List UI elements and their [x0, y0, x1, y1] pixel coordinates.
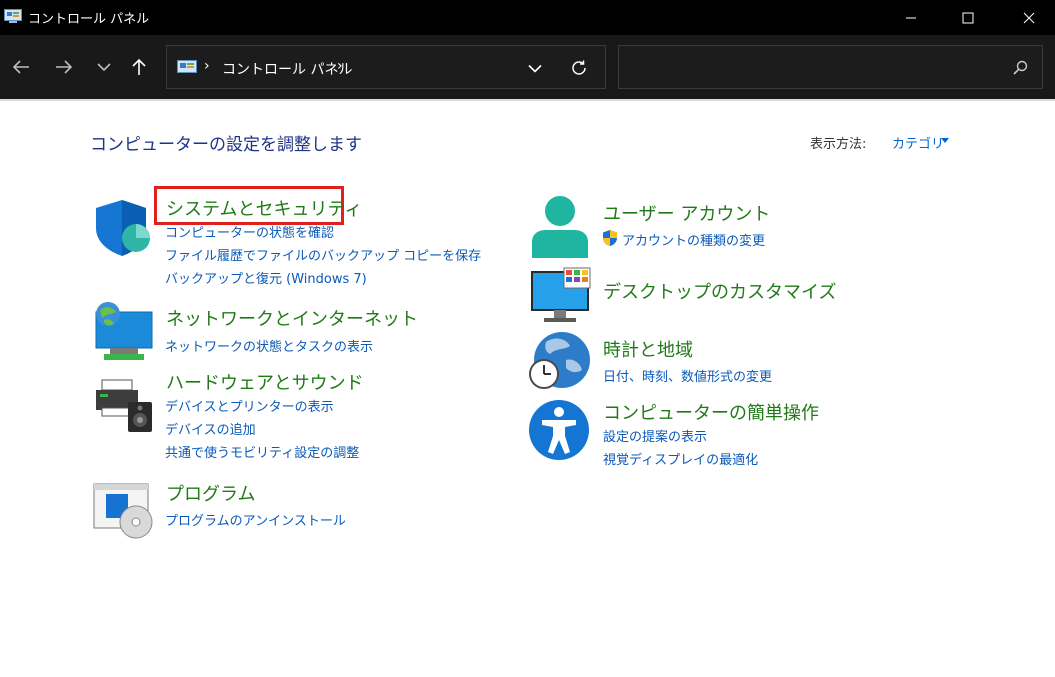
search-icon[interactable] [1012, 60, 1028, 76]
category-clock-region[interactable]: 時計と地域 [603, 336, 693, 362]
chevron-down-icon [97, 63, 111, 72]
back-button[interactable] [5, 51, 37, 83]
recent-locations-button[interactable] [88, 51, 120, 83]
clock-globe-icon[interactable] [528, 330, 592, 394]
monitor-icon[interactable] [528, 266, 592, 330]
control-panel-icon [177, 60, 197, 73]
arrow-left-icon [12, 60, 29, 74]
chevron-down-icon [528, 64, 542, 73]
link-uninstall-program[interactable]: プログラムのアンインストール [165, 510, 346, 529]
breadcrumb-control-panel[interactable]: コントロール パネル [222, 59, 352, 79]
category-programs[interactable]: プログラム [166, 480, 255, 506]
maximize-icon [962, 12, 974, 23]
link-date-time-format[interactable]: 日付、時刻、数値形式の変更 [603, 366, 772, 385]
link-add-device[interactable]: デバイスの追加 [165, 419, 256, 438]
close-button[interactable] [1006, 0, 1052, 35]
category-ease-of-access[interactable]: コンピューターの簡単操作 [603, 399, 819, 425]
accessibility-icon[interactable] [528, 398, 592, 462]
breadcrumb-separator[interactable]: › [337, 58, 343, 74]
user-icon[interactable] [528, 194, 592, 258]
address-history-dropdown[interactable] [523, 56, 547, 80]
category-system-security[interactable]: システムとセキュリティ [166, 195, 362, 221]
breadcrumb-separator[interactable]: › [204, 58, 210, 74]
link-mobility-settings[interactable]: 共通で使うモビリティ設定の調整 [165, 442, 359, 461]
search-input[interactable] [627, 54, 997, 80]
link-network-status-tasks[interactable]: ネットワークの状態とタスクの表示 [165, 336, 373, 355]
uac-shield-icon [603, 230, 617, 246]
arrow-right-icon [56, 60, 73, 74]
shield-icon[interactable] [92, 196, 156, 260]
search-box[interactable] [618, 45, 1043, 89]
control-panel-app-icon [4, 9, 22, 23]
category-user-accounts[interactable]: ユーザー アカウント [603, 200, 770, 226]
printer-speaker-icon[interactable] [92, 372, 156, 436]
view-by-dropdown[interactable]: カテゴリ [892, 133, 944, 152]
link-optimize-visual-display[interactable]: 視覚ディスプレイの最適化 [603, 449, 758, 468]
arrow-up-icon [132, 58, 146, 75]
category-appearance[interactable]: デスクトップのカスタマイズ [603, 278, 836, 304]
address-bar[interactable]: › コントロール パネル › [166, 45, 606, 89]
caret-down-icon[interactable] [941, 138, 949, 143]
programs-disc-icon[interactable] [92, 478, 156, 542]
category-hardware-sound[interactable]: ハードウェアとサウンド [166, 369, 364, 395]
forward-button[interactable] [48, 51, 80, 83]
minimize-button[interactable] [888, 0, 934, 35]
network-globe-icon[interactable] [92, 300, 156, 364]
refresh-icon [572, 60, 586, 75]
minimize-icon [906, 17, 916, 18]
link-change-account-type[interactable]: アカウントの種類の変更 [622, 230, 765, 249]
category-network-internet[interactable]: ネットワークとインターネット [166, 305, 418, 331]
link-settings-suggestions[interactable]: 設定の提案の表示 [603, 426, 707, 445]
link-file-history-backup[interactable]: ファイル履歴でファイルのバックアップ コピーを保存 [165, 245, 481, 264]
page-title: コンピューターの設定を調整します [90, 135, 362, 155]
refresh-button[interactable] [567, 56, 591, 80]
close-icon [1023, 12, 1035, 23]
link-devices-printers[interactable]: デバイスとプリンターの表示 [165, 396, 334, 415]
link-check-computer-status[interactable]: コンピューターの状態を確認 [165, 222, 334, 241]
window-title: コントロール パネル [28, 12, 150, 27]
navigation-toolbar: › コントロール パネル › [0, 35, 1055, 99]
link-backup-restore[interactable]: バックアップと復元 (Windows 7) [165, 268, 367, 287]
title-bar: コントロール パネル [0, 0, 1055, 35]
toolbar-divider [0, 99, 1055, 101]
view-by-label: 表示方法: [810, 137, 867, 152]
maximize-button[interactable] [945, 0, 991, 35]
up-button[interactable] [123, 51, 155, 83]
